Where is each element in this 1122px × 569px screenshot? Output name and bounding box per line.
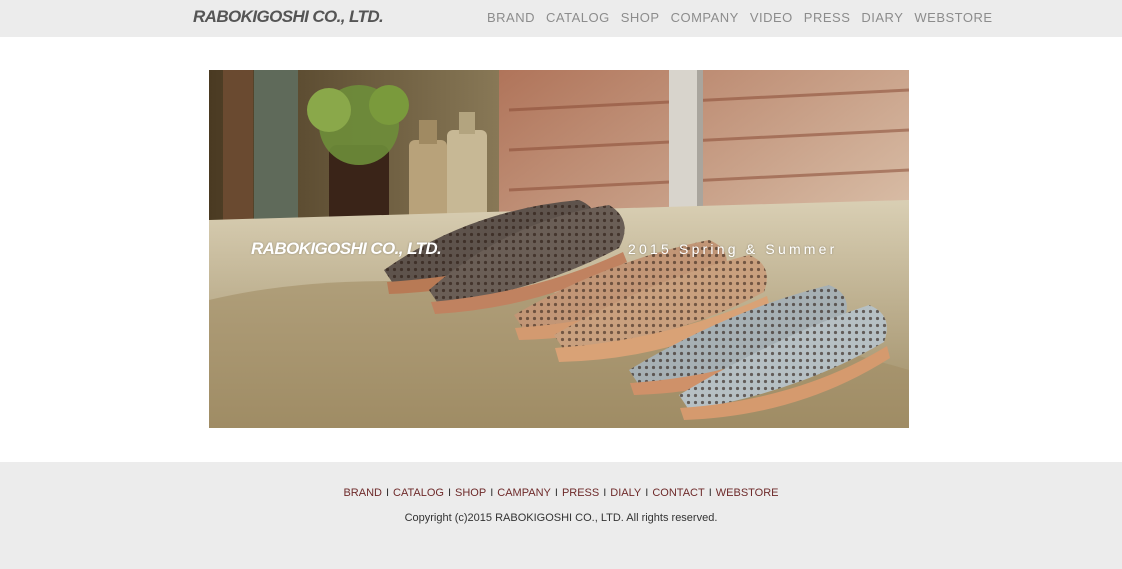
nav-shop[interactable]: SHOP [621,10,660,26]
nav-webstore[interactable]: WEBSTORE [914,10,992,26]
footer-link-webstore[interactable]: WEBSTORE [716,487,779,499]
footer-link-brand[interactable]: BRAND [343,487,382,499]
copyright-text: Copyright (c)2015 RABOKIGOSHI CO., LTD. … [404,512,718,524]
footer-link-contact[interactable]: CONTACT [652,487,704,499]
footer-separator: I [554,487,558,499]
site-footer: BRAND I CATALOG I SHOP I CAMPANY I PRESS I DIALY I C… [0,462,1122,569]
nav-catalog[interactable]: CATALOG [546,10,610,26]
footer-link-catalog[interactable]: CATALOG [393,487,444,499]
hero-caption: 2015 Spring & Summer [628,241,838,257]
main-nav: BRAND CATALOG SHOP COMPANY VIDEO PRESS D… [487,10,993,26]
footer-link-shop[interactable]: SHOP [455,487,486,499]
footer-separator: I [603,487,607,499]
nav-brand[interactable]: BRAND [487,10,535,26]
footer-link-company[interactable]: CAMPANY [497,487,551,499]
nav-diary[interactable]: DIARY [861,10,903,26]
footer-link-diary[interactable]: DIALY [610,487,641,499]
site-header: RABOKIGOSHI CO., LTD. BRAND CATALOG SHOP… [0,0,1122,37]
footer-separator: I [447,487,452,499]
nav-press[interactable]: PRESS [804,10,851,26]
nav-company[interactable]: COMPANY [671,10,739,26]
footer-separator: I [645,487,649,499]
footer-nav: BRAND I CATALOG I SHOP I CAMPANY I PRESS I DIALY I C… [0,487,1122,499]
footer-link-press[interactable]: PRESS [562,487,599,499]
footer-separator: I [708,487,712,499]
site-logo[interactable]: RABOKIGOSHI CO., LTD. [193,7,384,27]
footer-separator: I [385,487,390,499]
footer-separator: I [490,487,494,499]
hero-banner[interactable]: RABOKIGOSHI CO., LTD. 2015 Spring & Summ… [209,70,909,428]
hero-logo-overlay: RABOKIGOSHI CO., LTD. [251,239,442,258]
nav-video[interactable]: VIDEO [750,10,793,26]
